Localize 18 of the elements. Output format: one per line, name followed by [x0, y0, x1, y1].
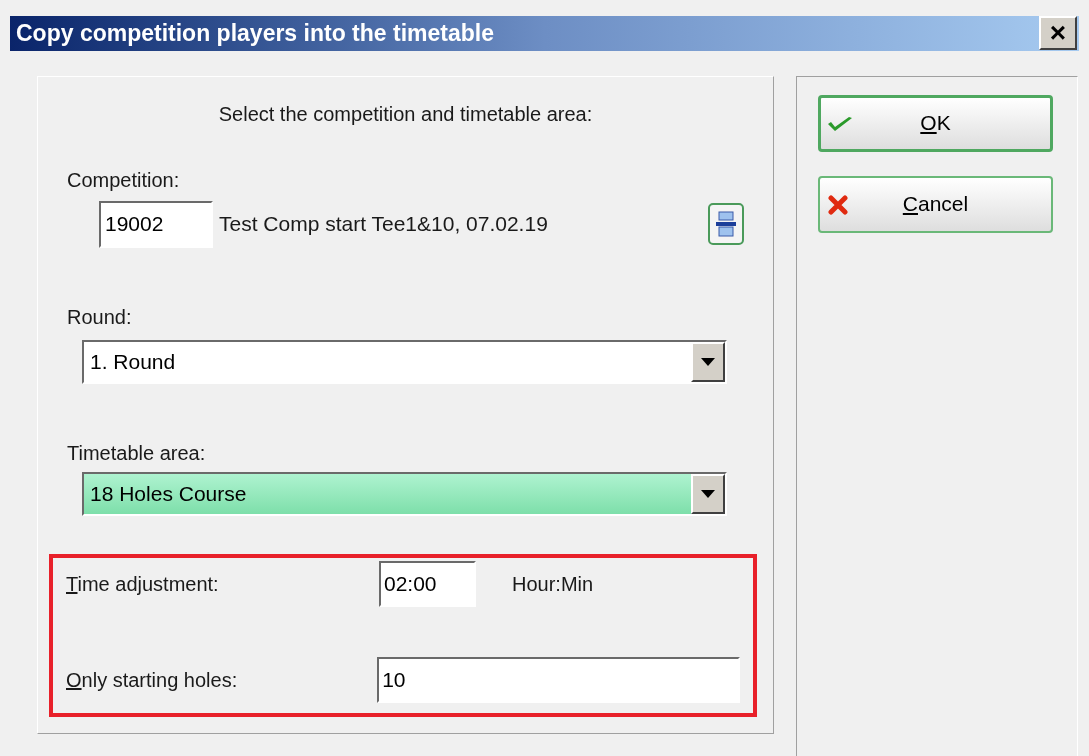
round-label: Round: [67, 304, 132, 330]
timetable-area-label: Timetable area: [67, 440, 206, 466]
ok-button[interactable]: OK [818, 94, 1053, 152]
time-adjustment-field[interactable]: 02:00 [379, 560, 476, 607]
time-unit-label: Hour:Min [512, 571, 594, 597]
competition-number-field[interactable]: 19002 [99, 200, 213, 248]
time-adjustment-label: Time adjustment: [66, 571, 220, 597]
window-title: Copy competition players into the timetable [16, 19, 494, 48]
instruction-text: Select the competition and timetable area: [218, 101, 593, 127]
competition-description: Test Comp start Tee1&10, 07.02.19 [219, 211, 548, 238]
close-button[interactable]: × [1039, 16, 1077, 51]
checkmark-icon [827, 115, 853, 132]
cancel-button[interactable]: Cancel [818, 175, 1053, 233]
print-icon[interactable] [708, 203, 744, 245]
starting-holes-label: Only starting holes: [66, 667, 239, 693]
competition-label: Competition: [67, 167, 180, 193]
cross-icon [828, 194, 848, 215]
starting-holes-field[interactable]: 10 [377, 656, 740, 703]
